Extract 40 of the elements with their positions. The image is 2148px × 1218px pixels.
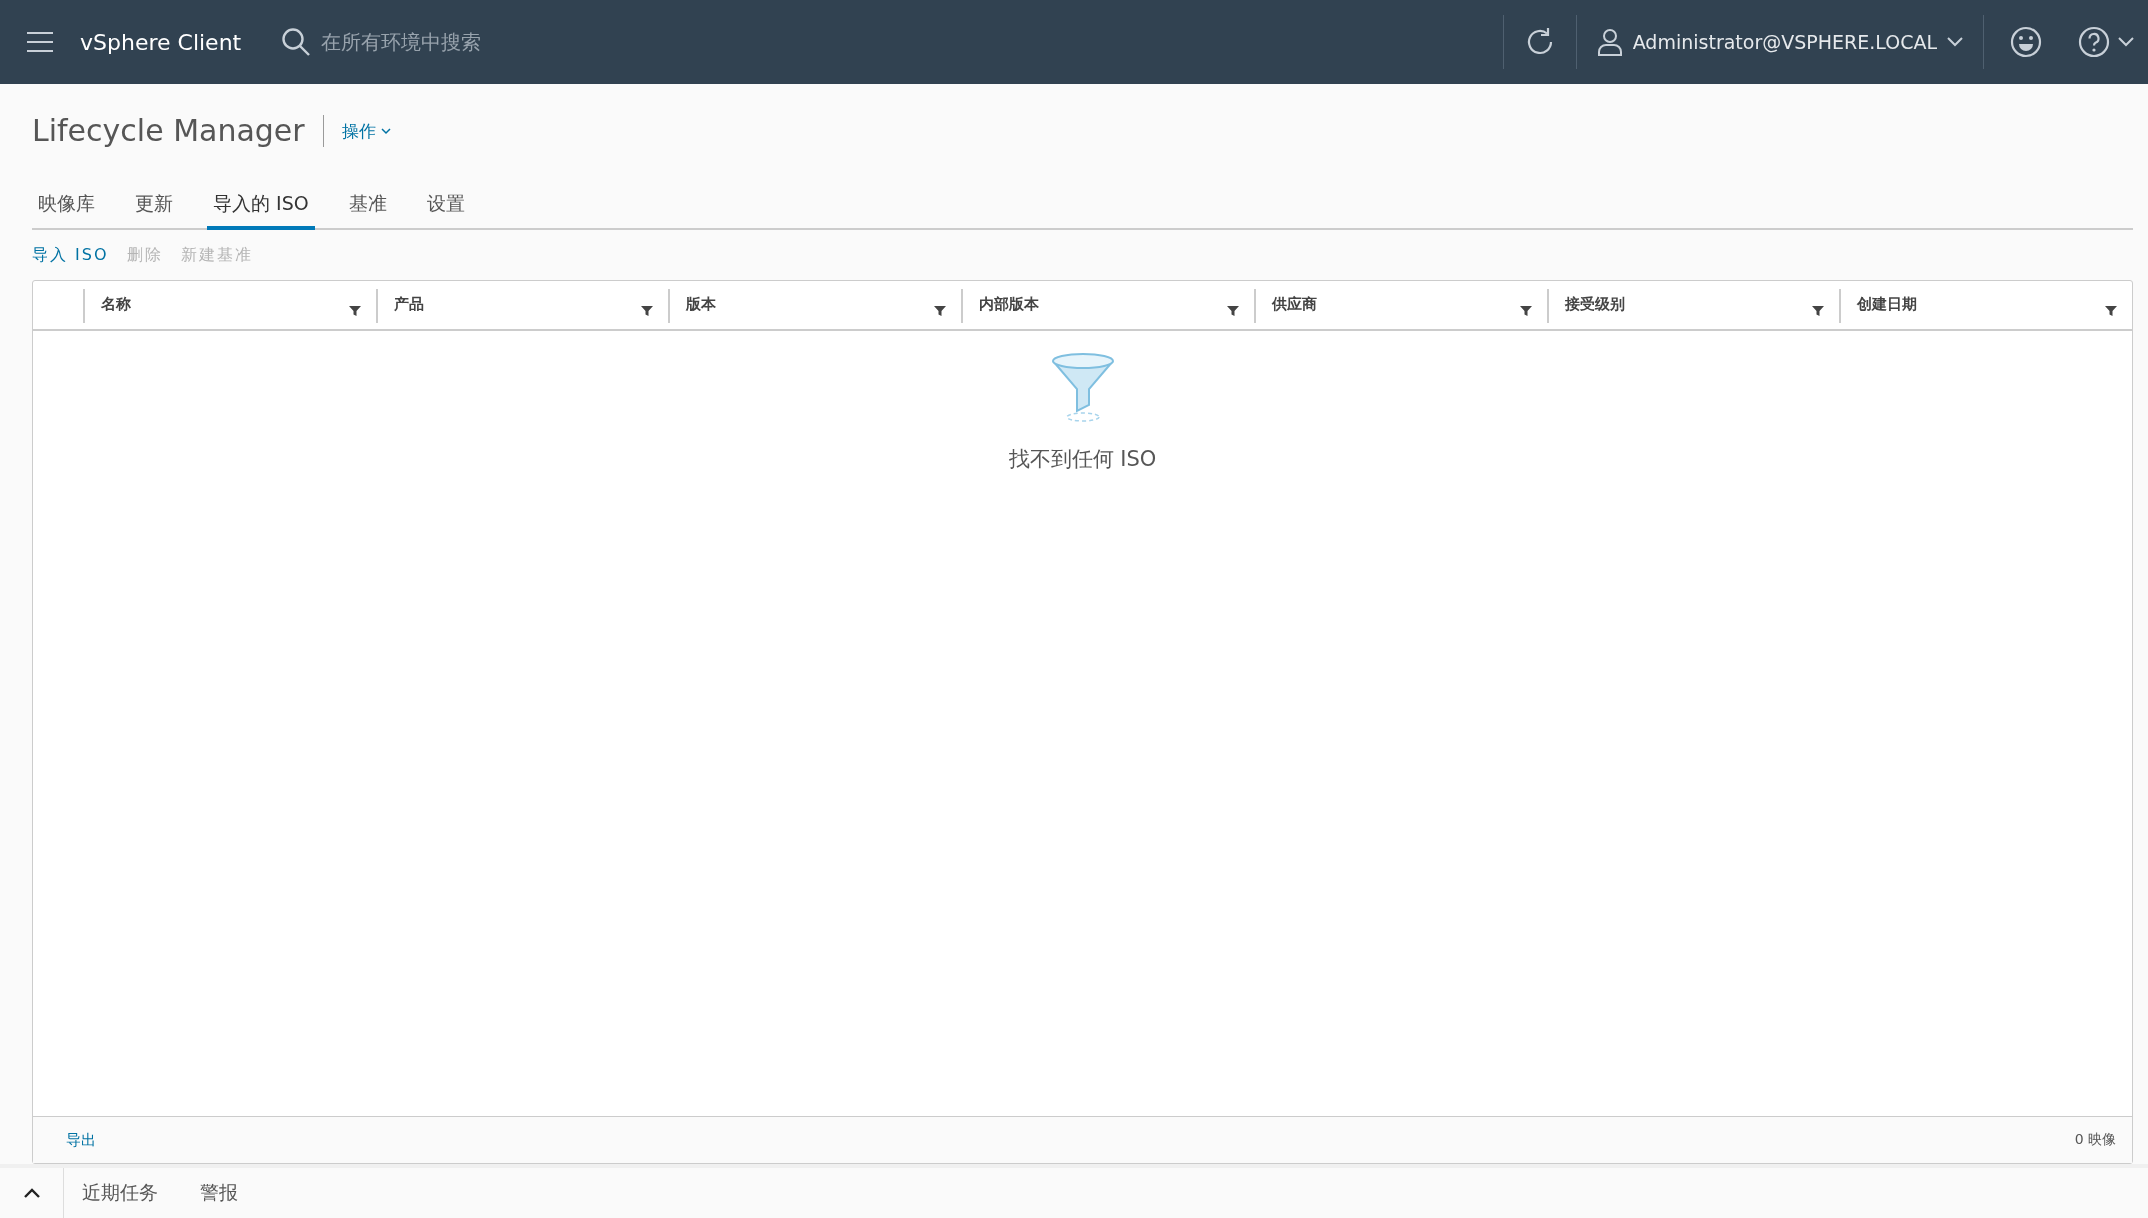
smiley-icon[interactable]	[2010, 26, 2042, 58]
filter-icon[interactable]	[1225, 304, 1240, 318]
filter-icon[interactable]	[1518, 304, 1533, 318]
filter-icon[interactable]	[640, 304, 655, 318]
export-link[interactable]: 导出	[66, 1130, 96, 1150]
empty-funnel-icon	[1050, 351, 1115, 425]
tab[interactable]: 映像库	[32, 182, 101, 230]
tab[interactable]: 基准	[342, 182, 393, 230]
column-title: 产品	[393, 295, 424, 314]
actions-menu[interactable]: 操作	[341, 119, 391, 143]
empty-message: 找不到任何 ISO	[1008, 446, 1157, 473]
tab[interactable]: 导入的 ISO	[207, 182, 315, 230]
column-title: 名称	[101, 295, 131, 314]
filter-icon[interactable]	[1811, 304, 1826, 318]
chevron-up-icon	[23, 1188, 40, 1198]
tab[interactable]: 设置	[420, 182, 471, 230]
filter-icon[interactable]	[347, 304, 362, 318]
tab[interactable]: 更新	[129, 182, 179, 230]
page-title: Lifecycle Manager	[32, 115, 324, 147]
column-title: 内部版本	[979, 295, 1040, 314]
bottom-tab[interactable]: 近期任务	[64, 1168, 158, 1218]
help-icon[interactable]	[2078, 26, 2110, 58]
chevron-down-icon	[1947, 37, 1963, 47]
column-title: 接受级别	[1564, 295, 1625, 314]
search-icon[interactable]	[281, 27, 312, 57]
column-title: 创建日期	[1857, 295, 1918, 314]
menu-icon[interactable]	[27, 32, 53, 52]
column-title: 版本	[686, 295, 717, 314]
chevron-down-icon[interactable]	[2118, 37, 2134, 47]
user-icon	[1596, 28, 1623, 56]
user-menu[interactable]: Administrator@VSPHERE.LOCAL	[1576, 28, 1983, 56]
item-count: 0 映像	[2074, 1131, 2116, 1149]
toolbar-button[interactable]: 导入 ISO	[32, 244, 109, 266]
bottom-tab[interactable]: 警报	[182, 1168, 238, 1218]
search-field[interactable]: 在所有环境中搜索	[319, 29, 724, 55]
filter-icon[interactable]	[933, 304, 948, 318]
column-title: 供应商	[1271, 295, 1317, 314]
chevron-down-icon	[380, 127, 391, 135]
app-title[interactable]: vSphere Client	[80, 29, 242, 55]
filter-icon[interactable]	[2104, 304, 2119, 318]
